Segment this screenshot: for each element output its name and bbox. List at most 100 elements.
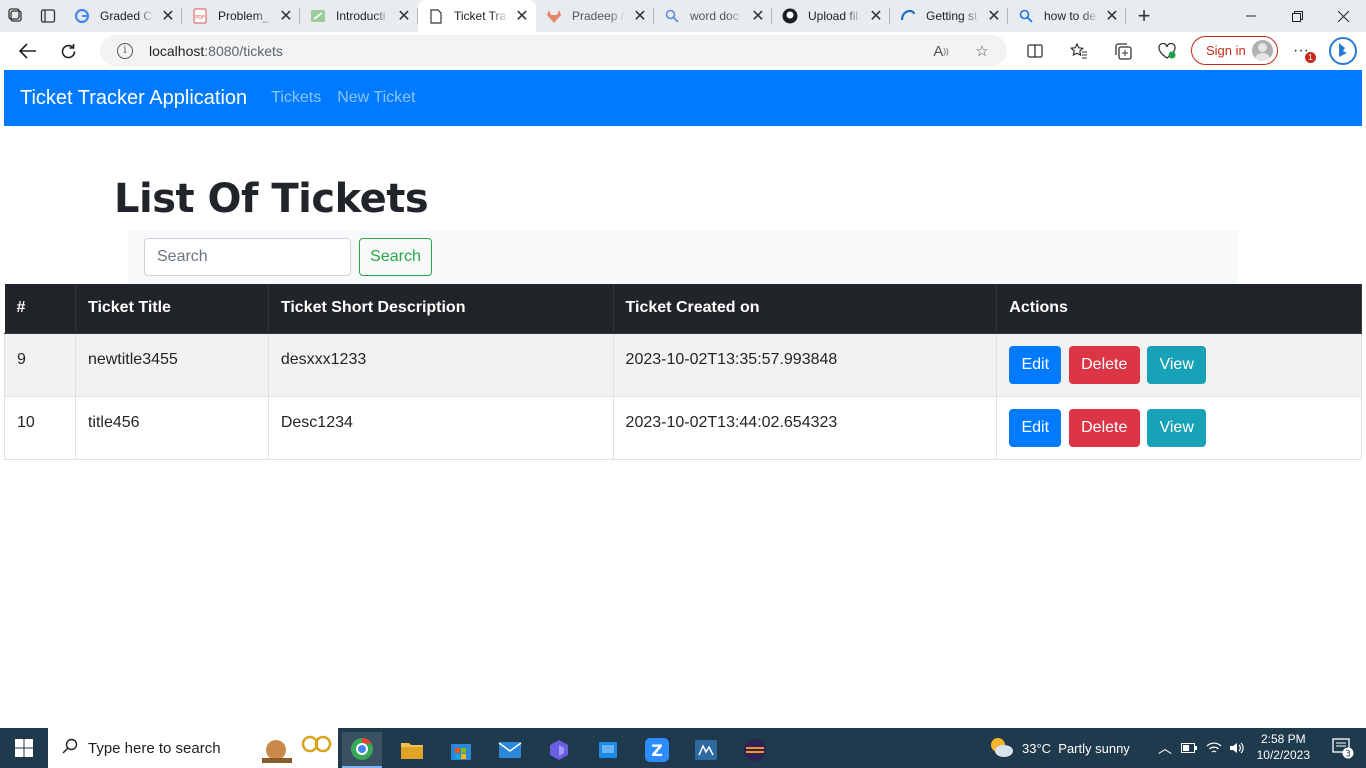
tab-title: Upload fil bbox=[808, 9, 859, 23]
svg-text:PDF: PDF bbox=[195, 15, 205, 21]
close-tab-icon[interactable]: ✕ bbox=[986, 8, 1002, 25]
close-tab-icon[interactable]: ✕ bbox=[868, 8, 884, 25]
url-text: localhost:8080/tickets bbox=[149, 43, 283, 59]
browser-tab[interactable]: word doc ✕ bbox=[654, 0, 772, 32]
edit-button[interactable]: Edit bbox=[1009, 408, 1062, 447]
cell-created: 2023-10-02T13:44:02.654323 bbox=[612, 395, 998, 460]
sign-in-button[interactable]: Sign in bbox=[1191, 36, 1278, 65]
search-button[interactable]: Search bbox=[359, 238, 432, 276]
back-icon[interactable] bbox=[8, 35, 48, 67]
windows-start-icon[interactable] bbox=[0, 728, 48, 768]
view-button[interactable]: View bbox=[1147, 408, 1207, 447]
zoom-icon[interactable]: Z bbox=[637, 732, 677, 768]
close-tab-icon[interactable]: ✕ bbox=[750, 8, 766, 25]
tickets-table: # Ticket Title Ticket Short Description … bbox=[4, 284, 1362, 460]
edit-button[interactable]: Edit bbox=[1009, 345, 1062, 384]
close-tab-icon[interactable]: ✕ bbox=[514, 8, 530, 25]
tab-title: Problem_ bbox=[218, 9, 270, 23]
windows-taskbar: Type here to search Z 33°C Partly sunny … bbox=[0, 728, 1366, 768]
close-tab-icon[interactable]: ✕ bbox=[1104, 8, 1120, 25]
browser-essentials-icon[interactable] bbox=[1156, 40, 1178, 62]
table-row: 10 title456 Desc1234 2023-10-02T13:44:02… bbox=[4, 395, 1362, 460]
browser-tab[interactable]: Graded Cr ✕ bbox=[64, 0, 182, 32]
browser-tab[interactable]: Introducti ✕ bbox=[300, 0, 418, 32]
github-icon bbox=[782, 8, 798, 24]
gitlab-icon bbox=[546, 8, 562, 24]
weather-widget[interactable]: 33°C Partly sunny bbox=[988, 728, 1130, 768]
browser-tab[interactable]: Pradeep / ✕ bbox=[536, 0, 654, 32]
collections-icon[interactable] bbox=[1112, 40, 1134, 62]
sign-in-label: Sign in bbox=[1206, 43, 1246, 58]
system-clock[interactable]: 2:58 PM 10/2/2023 bbox=[1257, 731, 1310, 763]
app-brand[interactable]: Ticket Tracker Application bbox=[20, 87, 247, 110]
tab-title: Getting st bbox=[926, 9, 978, 23]
doc-green-icon bbox=[310, 8, 326, 24]
weather-text: 33°C Partly sunny bbox=[1022, 740, 1130, 756]
address-bar[interactable]: i localhost:8080/tickets A)) ☆ bbox=[100, 35, 1007, 66]
delete-button[interactable]: Delete bbox=[1068, 408, 1140, 447]
pdf-icon: PDF bbox=[192, 8, 208, 24]
refresh-icon[interactable] bbox=[48, 35, 88, 67]
tab-title: Graded Cr bbox=[100, 9, 154, 23]
column-header-description: Ticket Short Description bbox=[268, 284, 614, 334]
cell-id: 10 bbox=[4, 395, 76, 460]
tab-actions-icon[interactable] bbox=[32, 0, 64, 32]
chrome-taskbar-icon[interactable] bbox=[342, 732, 382, 768]
volume-icon[interactable] bbox=[1229, 728, 1245, 768]
mysql-workbench-icon[interactable] bbox=[686, 732, 726, 768]
search-icon bbox=[664, 8, 680, 24]
cell-description: desxxx1233 bbox=[267, 332, 614, 397]
wifi-icon[interactable] bbox=[1206, 728, 1222, 768]
file-explorer-icon[interactable] bbox=[392, 732, 432, 768]
nav-link-new-ticket[interactable]: New Ticket bbox=[337, 89, 415, 107]
favorites-icon[interactable] bbox=[1068, 40, 1090, 62]
new-tab-icon[interactable]: + bbox=[1126, 0, 1162, 32]
workspaces-icon[interactable] bbox=[0, 0, 32, 32]
bing-copilot-icon[interactable] bbox=[1328, 36, 1358, 66]
cell-title: title456 bbox=[74, 395, 269, 460]
delete-button[interactable]: Delete bbox=[1068, 345, 1140, 384]
notification-center-icon[interactable]: 3 bbox=[1332, 737, 1354, 760]
browser-tab[interactable]: Upload fil ✕ bbox=[772, 0, 890, 32]
browser-tab-active[interactable]: Ticket Trac ✕ bbox=[418, 0, 536, 32]
site-info-icon[interactable]: i bbox=[117, 42, 133, 59]
close-tab-icon[interactable]: ✕ bbox=[160, 8, 176, 25]
url-host: localhost bbox=[149, 42, 205, 59]
nav-link-tickets[interactable]: Tickets bbox=[271, 89, 321, 107]
favorite-star-icon[interactable]: ☆ bbox=[973, 42, 991, 60]
cell-created: 2023-10-02T13:35:57.993848 bbox=[612, 332, 998, 397]
notification-count: 3 bbox=[1345, 750, 1351, 760]
microsoft-store-icon[interactable] bbox=[441, 732, 481, 768]
search-highlight-icon bbox=[260, 732, 332, 768]
app-icon-blue[interactable] bbox=[588, 732, 628, 768]
close-window-icon[interactable] bbox=[1320, 0, 1366, 32]
battery-icon[interactable] bbox=[1181, 728, 1197, 768]
read-aloud-icon[interactable]: A)) bbox=[932, 42, 950, 60]
clock-date: 10/2/2023 bbox=[1256, 748, 1310, 762]
taskbar-search-placeholder: Type here to search bbox=[88, 739, 221, 757]
browser-tab[interactable]: how to de ✕ bbox=[1008, 0, 1126, 32]
search-icon bbox=[62, 738, 78, 759]
close-tab-icon[interactable]: ✕ bbox=[278, 8, 294, 25]
minimize-icon[interactable] bbox=[1228, 0, 1274, 32]
close-tab-icon[interactable]: ✕ bbox=[396, 8, 412, 25]
taskbar-search-box[interactable]: Type here to search bbox=[48, 728, 338, 768]
search-form: Search bbox=[128, 230, 1238, 284]
show-hidden-icons-icon[interactable]: ︿ bbox=[1158, 728, 1172, 768]
browser-tab[interactable]: Getting st ✕ bbox=[890, 0, 1008, 32]
split-screen-icon[interactable] bbox=[1024, 40, 1046, 62]
svg-text:Z: Z bbox=[651, 741, 663, 760]
browser-tab-strip: Graded Cr ✕ PDF Problem_ ✕ Introducti ✕ … bbox=[0, 0, 1366, 32]
restore-icon[interactable] bbox=[1274, 0, 1320, 32]
mail-icon[interactable] bbox=[490, 732, 530, 768]
avatar bbox=[1252, 40, 1273, 61]
page-title: List Of Tickets bbox=[114, 176, 429, 222]
close-tab-icon[interactable]: ✕ bbox=[632, 8, 648, 25]
view-button[interactable]: View bbox=[1147, 345, 1207, 384]
eclipse-icon[interactable] bbox=[735, 732, 775, 768]
clock-time: 2:58 PM bbox=[1260, 732, 1306, 746]
browser-tab[interactable]: PDF Problem_ ✕ bbox=[182, 0, 300, 32]
search-input[interactable] bbox=[144, 238, 351, 276]
cell-actions: Edit Delete View bbox=[996, 332, 1362, 397]
power-automate-icon[interactable] bbox=[539, 732, 579, 768]
